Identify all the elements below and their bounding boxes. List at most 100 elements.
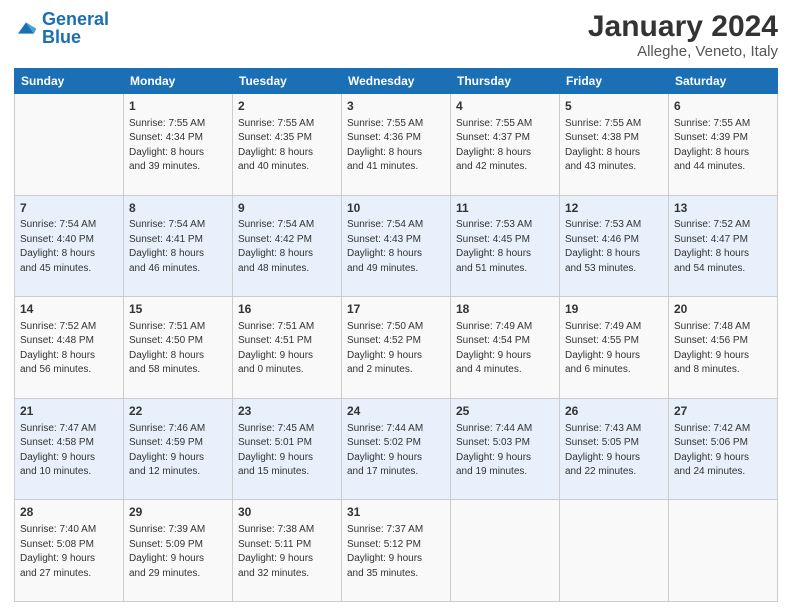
day-info: Sunrise: 7:49 AMSunset: 4:55 PMDaylight:…: [565, 320, 663, 378]
page: General Blue January 2024 Alleghe, Venet…: [0, 0, 792, 612]
calendar-row: 1 Sunrise: 7:55 AMSunset: 4:34 PMDaylight…: [15, 94, 778, 196]
day-info: Sunrise: 7:50 AMSunset: 4:52 PMDaylight:…: [347, 320, 445, 378]
day-number: 9: [238, 200, 336, 217]
day-number: 24: [347, 403, 445, 420]
day-number: 27: [674, 403, 772, 420]
day-number: 7: [20, 200, 118, 217]
calendar-cell: [451, 500, 560, 602]
day-number: 15: [129, 301, 227, 318]
day-info: Sunrise: 7:52 AMSunset: 4:48 PMDaylight:…: [20, 320, 118, 378]
calendar-cell: 10Sunrise: 7:54 AMSunset: 4:43 PMDayligh…: [342, 195, 451, 297]
calendar-cell: 12Sunrise: 7:53 AMSunset: 4:46 PMDayligh…: [560, 195, 669, 297]
day-number: 23: [238, 403, 336, 420]
day-info: Sunrise: 7:55 AMSunset: 4:38 PMDaylight:…: [565, 117, 663, 175]
calendar-cell: 23 Sunrise: 7:45 AMSunset: 5:01 PMDayligh…: [233, 398, 342, 500]
day-info: Sunrise: 7:42 AMSunset: 5:06 PMDaylight:…: [674, 422, 772, 480]
calendar-cell: 18Sunrise: 7:49 AMSunset: 4:54 PMDayligh…: [451, 297, 560, 399]
day-info: Sunrise: 7:55 AMSunset: 4:39 PMDaylight:…: [674, 117, 772, 175]
day-info: Sunrise: 7:44 AMSunset: 5:03 PMDaylight:…: [456, 422, 554, 480]
day-number: 20: [674, 301, 772, 318]
day-info: Sunrise: 7:54 AMSunset: 4:42 PMDaylight:…: [238, 218, 336, 276]
day-info: Sunrise: 7:54 AMSunset: 4:41 PMDaylight:…: [129, 218, 227, 276]
day-number: 18: [456, 301, 554, 318]
day-info: Sunrise: 7:45 AMSunset: 5:01 PMDaylight:…: [238, 422, 336, 480]
calendar-cell: [15, 94, 124, 196]
day-number: 5: [565, 98, 663, 115]
day-info: Sunrise: 7:51 AMSunset: 4:51 PMDaylight:…: [238, 320, 336, 378]
day-number: 28: [20, 504, 118, 521]
calendar-cell: [669, 500, 778, 602]
day-number: 22: [129, 403, 227, 420]
calendar-row: 21Sunrise: 7:47 AMSunset: 4:58 PMDayligh…: [15, 398, 778, 500]
calendar-cell: 24 Sunrise: 7:44 AMSunset: 5:02 PMDayligh…: [342, 398, 451, 500]
day-info: Sunrise: 7:55 AMSunset: 4:37 PMDaylight:…: [456, 117, 554, 175]
day-info: Sunrise: 7:51 AMSunset: 4:50 PMDaylight:…: [129, 320, 227, 378]
calendar-cell: 16Sunrise: 7:51 AMSunset: 4:51 PMDayligh…: [233, 297, 342, 399]
day-number: 4: [456, 98, 554, 115]
day-info: Sunrise: 7:54 AMSunset: 4:40 PMDaylight:…: [20, 218, 118, 276]
day-number: 6: [674, 98, 772, 115]
header-day: Tuesday: [233, 69, 342, 94]
day-number: 1: [129, 98, 227, 115]
calendar-cell: 17 Sunrise: 7:50 AMSunset: 4:52 PMDayligh…: [342, 297, 451, 399]
calendar-cell: 14 Sunrise: 7:52 AMSunset: 4:48 PMDayligh…: [15, 297, 124, 399]
day-info: Sunrise: 7:53 AMSunset: 4:45 PMDaylight:…: [456, 218, 554, 276]
day-info: Sunrise: 7:39 AMSunset: 5:09 PMDaylight:…: [129, 523, 227, 581]
calendar-row: 7Sunrise: 7:54 AMSunset: 4:40 PMDaylight…: [15, 195, 778, 297]
calendar-cell: [560, 500, 669, 602]
day-info: Sunrise: 7:54 AMSunset: 4:43 PMDaylight:…: [347, 218, 445, 276]
header-day: Monday: [124, 69, 233, 94]
header-day: Saturday: [669, 69, 778, 94]
day-number: 8: [129, 200, 227, 217]
calendar-cell: 21Sunrise: 7:47 AMSunset: 4:58 PMDayligh…: [15, 398, 124, 500]
calendar-cell: 27 Sunrise: 7:42 AMSunset: 5:06 PMDayligh…: [669, 398, 778, 500]
day-info: Sunrise: 7:44 AMSunset: 5:02 PMDaylight:…: [347, 422, 445, 480]
day-info: Sunrise: 7:43 AMSunset: 5:05 PMDaylight:…: [565, 422, 663, 480]
day-number: 26: [565, 403, 663, 420]
calendar-header: SundayMondayTuesdayWednesdayThursdayFrid…: [15, 69, 778, 94]
day-number: 29: [129, 504, 227, 521]
calendar-cell: 25 Sunrise: 7:44 AMSunset: 5:03 PMDayligh…: [451, 398, 560, 500]
calendar-cell: 29 Sunrise: 7:39 AMSunset: 5:09 PMDayligh…: [124, 500, 233, 602]
logo: General Blue: [14, 10, 109, 46]
day-number: 12: [565, 200, 663, 217]
calendar-cell: 28 Sunrise: 7:40 AMSunset: 5:08 PMDayligh…: [15, 500, 124, 602]
day-number: 14: [20, 301, 118, 318]
day-info: Sunrise: 7:48 AMSunset: 4:56 PMDaylight:…: [674, 320, 772, 378]
calendar-row: 28 Sunrise: 7:40 AMSunset: 5:08 PMDayligh…: [15, 500, 778, 602]
day-number: 17: [347, 301, 445, 318]
calendar-cell: 4 Sunrise: 7:55 AMSunset: 4:37 PMDaylight…: [451, 94, 560, 196]
day-info: Sunrise: 7:55 AMSunset: 4:35 PMDaylight:…: [238, 117, 336, 175]
day-number: 11: [456, 200, 554, 217]
calendar-table: SundayMondayTuesdayWednesdayThursdayFrid…: [14, 68, 778, 602]
day-number: 21: [20, 403, 118, 420]
header-day: Thursday: [451, 69, 560, 94]
calendar-row: 14 Sunrise: 7:52 AMSunset: 4:48 PMDayligh…: [15, 297, 778, 399]
day-info: Sunrise: 7:40 AMSunset: 5:08 PMDaylight:…: [20, 523, 118, 581]
header-day: Sunday: [15, 69, 124, 94]
day-number: 30: [238, 504, 336, 521]
day-info: Sunrise: 7:46 AMSunset: 4:59 PMDaylight:…: [129, 422, 227, 480]
logo-blue: Blue: [42, 27, 81, 47]
calendar-cell: 2Sunrise: 7:55 AMSunset: 4:35 PMDaylight…: [233, 94, 342, 196]
calendar-body: 1 Sunrise: 7:55 AMSunset: 4:34 PMDaylight…: [15, 94, 778, 602]
day-number: 13: [674, 200, 772, 217]
calendar-cell: 5 Sunrise: 7:55 AMSunset: 4:38 PMDaylight…: [560, 94, 669, 196]
day-info: Sunrise: 7:55 AMSunset: 4:34 PMDaylight:…: [129, 117, 227, 175]
calendar-cell: 11Sunrise: 7:53 AMSunset: 4:45 PMDayligh…: [451, 195, 560, 297]
calendar-cell: 22 Sunrise: 7:46 AMSunset: 4:59 PMDayligh…: [124, 398, 233, 500]
day-number: 19: [565, 301, 663, 318]
calendar-cell: 1 Sunrise: 7:55 AMSunset: 4:34 PMDaylight…: [124, 94, 233, 196]
calendar-cell: 8Sunrise: 7:54 AMSunset: 4:41 PMDaylight…: [124, 195, 233, 297]
day-number: 25: [456, 403, 554, 420]
calendar-cell: 6 Sunrise: 7:55 AMSunset: 4:39 PMDaylight…: [669, 94, 778, 196]
calendar-cell: 26 Sunrise: 7:43 AMSunset: 5:05 PMDayligh…: [560, 398, 669, 500]
day-number: 10: [347, 200, 445, 217]
day-number: 3: [347, 98, 445, 115]
header-row: SundayMondayTuesdayWednesdayThursdayFrid…: [15, 69, 778, 94]
logo-icon: [14, 16, 38, 40]
day-info: Sunrise: 7:55 AMSunset: 4:36 PMDaylight:…: [347, 117, 445, 175]
calendar-cell: 9Sunrise: 7:54 AMSunset: 4:42 PMDaylight…: [233, 195, 342, 297]
day-number: 31: [347, 504, 445, 521]
calendar-cell: 15 Sunrise: 7:51 AMSunset: 4:50 PMDayligh…: [124, 297, 233, 399]
